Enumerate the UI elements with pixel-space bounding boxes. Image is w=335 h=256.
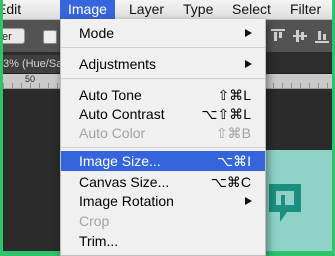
menu-separator bbox=[61, 147, 265, 148]
menu-item-trim[interactable]: Trim... bbox=[61, 231, 265, 251]
shortcut-label: ⌥⇧⌘L bbox=[201, 106, 251, 122]
menu-edit[interactable]: Edit bbox=[3, 0, 21, 19]
menu-filter[interactable]: Filter bbox=[290, 0, 321, 19]
menu-item-adjustments[interactable]: Adjustments bbox=[61, 54, 265, 74]
submenu-arrow-icon bbox=[245, 60, 252, 68]
submenu-arrow-icon bbox=[245, 197, 252, 205]
layer-select-dropdown[interactable]: er bbox=[3, 28, 25, 44]
align-vertical-center-icon[interactable] bbox=[293, 29, 307, 43]
menu-item-image-size[interactable]: Image Size... ⌥⌘I bbox=[61, 151, 265, 171]
menu-item-canvas-size[interactable]: Canvas Size... ⌥⌘C bbox=[61, 172, 265, 192]
shortcut-label: ⇧⌘B bbox=[215, 125, 251, 141]
shortcut-label: ⇧⌘L bbox=[217, 87, 251, 103]
shortcut-label: ⌥⌘I bbox=[216, 153, 251, 169]
menu-select[interactable]: Select bbox=[232, 0, 271, 19]
menu-bar: Edit Image Layer Type Select Filter bbox=[3, 0, 332, 20]
menu-separator bbox=[61, 47, 265, 48]
auto-select-checkbox[interactable] bbox=[43, 30, 57, 44]
menu-item-auto-color: Auto Color ⇧⌘B bbox=[79, 125, 251, 141]
menu-item-image-rotation[interactable]: Image Rotation bbox=[61, 191, 265, 211]
align-top-icon[interactable] bbox=[271, 29, 285, 43]
menu-image[interactable]: Image bbox=[60, 0, 115, 19]
align-bottom-icon[interactable] bbox=[315, 29, 329, 43]
document-tab[interactable]: 3% (Hue/Sat bbox=[3, 55, 67, 73]
logo-icon bbox=[269, 184, 301, 222]
shortcut-label: ⌥⌘C bbox=[210, 174, 251, 190]
menu-separator bbox=[61, 78, 265, 79]
menu-layer[interactable]: Layer bbox=[129, 0, 164, 19]
menu-item-auto-tone[interactable]: Auto Tone ⇧⌘L bbox=[61, 85, 265, 105]
menu-item-auto-contrast[interactable]: Auto Contrast ⌥⇧⌘L bbox=[61, 104, 265, 124]
menu-item-crop: Crop bbox=[79, 213, 110, 229]
ruler-number: 50 bbox=[25, 74, 36, 84]
submenu-arrow-icon bbox=[245, 29, 252, 37]
menu-type[interactable]: Type bbox=[183, 0, 213, 19]
image-menu-dropdown: Mode Adjustments Auto Tone ⇧⌘L Auto Cont… bbox=[60, 19, 266, 256]
menu-item-mode[interactable]: Mode bbox=[61, 23, 265, 43]
